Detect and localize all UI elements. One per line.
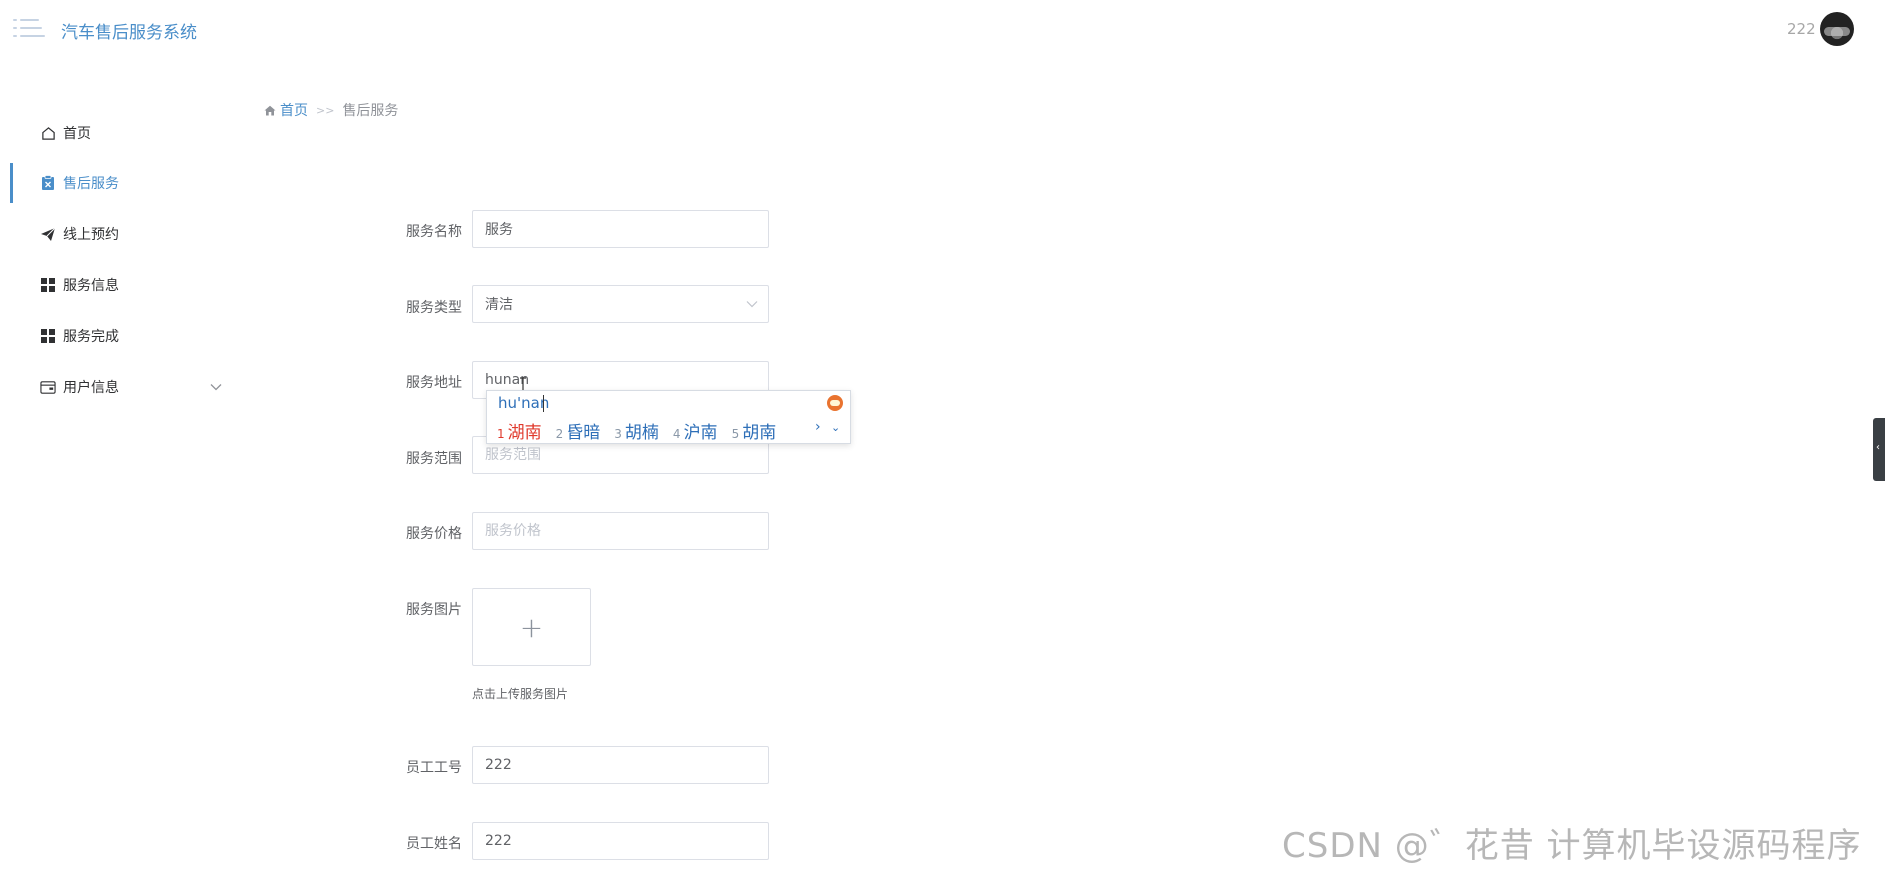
sidebar-item-label: 服务完成 [63, 329, 119, 345]
ime-candidate[interactable]: 5 胡南 [732, 418, 777, 443]
chevron-down-icon[interactable] [210, 380, 222, 394]
service-image-label: 服务图片 [406, 602, 462, 618]
sidebar-item-home[interactable]: 首页 [0, 112, 235, 154]
employee-id-label: 员工工号 [406, 760, 462, 776]
image-upload-button[interactable]: + [472, 588, 591, 666]
grid-icon [40, 277, 56, 293]
sidebar-item-service-done[interactable]: 服务完成 [0, 315, 235, 357]
ime-expand-icon[interactable]: ⌄ [831, 421, 840, 434]
ime-pinyin: hu'nan [498, 394, 550, 412]
employee-name-label: 员工姓名 [406, 836, 462, 852]
chevron-down-icon [746, 297, 758, 311]
breadcrumb-current: 售后服务 [342, 103, 399, 119]
ime-candidate[interactable]: 4 沪南 [673, 418, 718, 443]
ime-caret [543, 395, 544, 412]
send-icon [40, 226, 56, 242]
sidebar-item-label: 服务信息 [63, 278, 119, 294]
ime-candidate[interactable]: 2 昏暗 [556, 418, 601, 443]
sidebar-item-label: 首页 [63, 126, 91, 142]
app-title: 汽车售后服务系统 [61, 23, 197, 43]
home-icon [40, 125, 56, 141]
avatar[interactable] [1820, 12, 1854, 46]
breadcrumb-home[interactable]: 首页 [264, 100, 308, 120]
menu-toggle-icon[interactable] [13, 17, 45, 39]
user-name[interactable]: 222 [1787, 20, 1816, 38]
ime-logo-icon[interactable] [827, 395, 843, 411]
side-panel-toggle[interactable]: ‹ [1873, 418, 1885, 481]
service-type-value: 清洁 [485, 297, 513, 313]
sidebar-item-after-sales[interactable]: 售后服务 [0, 162, 235, 204]
service-range-label: 服务范围 [406, 451, 462, 467]
ime-next-page-icon[interactable]: › [815, 419, 821, 435]
sidebar-item-online-booking[interactable]: 线上预约 [0, 213, 235, 255]
employee-name-input[interactable] [472, 822, 769, 860]
sidebar-item-service-info[interactable]: 服务信息 [0, 264, 235, 306]
breadcrumb: 首页 >> 售后服务 [264, 100, 398, 120]
ime-candidate[interactable]: 3 胡楠 [614, 418, 659, 443]
sidebar-item-user-info[interactable]: 用户信息 [0, 366, 235, 408]
sidebar-item-label: 线上预约 [63, 227, 119, 243]
watermark: CSDN @゛花昔 计算机毕设源码程序 [1282, 826, 1862, 866]
plus-icon: + [519, 610, 544, 644]
employee-id-input[interactable] [472, 746, 769, 784]
breadcrumb-home-label: 首页 [280, 103, 308, 119]
ime-candidate[interactable]: 1 湖南 [497, 418, 542, 443]
service-type-select[interactable]: 清洁 [472, 285, 769, 323]
chevron-left-icon: ‹ [1876, 442, 1880, 453]
home-icon [264, 105, 276, 116]
service-price-label: 服务价格 [406, 526, 462, 542]
wallet-icon [40, 379, 56, 395]
service-name-input[interactable] [472, 210, 769, 248]
clipboard-icon [40, 175, 56, 191]
service-type-label: 服务类型 [406, 300, 462, 316]
service-price-input[interactable] [472, 512, 769, 550]
sidebar-item-label: 用户信息 [63, 380, 119, 396]
service-address-label: 服务地址 [406, 375, 462, 391]
breadcrumb-separator: >> [316, 103, 335, 117]
service-name-label: 服务名称 [406, 224, 462, 240]
sidebar-item-label: 售后服务 [63, 176, 119, 192]
ime-candidate-popup: hu'nan 1 湖南 2 昏暗 3 胡楠 4 沪南 5 胡南 › ⌄ [486, 390, 851, 444]
ime-candidate-list: 1 湖南 2 昏暗 3 胡楠 4 沪南 5 胡南 [497, 418, 790, 443]
grid-icon [40, 328, 56, 344]
upload-hint: 点击上传服务图片 [472, 687, 569, 701]
